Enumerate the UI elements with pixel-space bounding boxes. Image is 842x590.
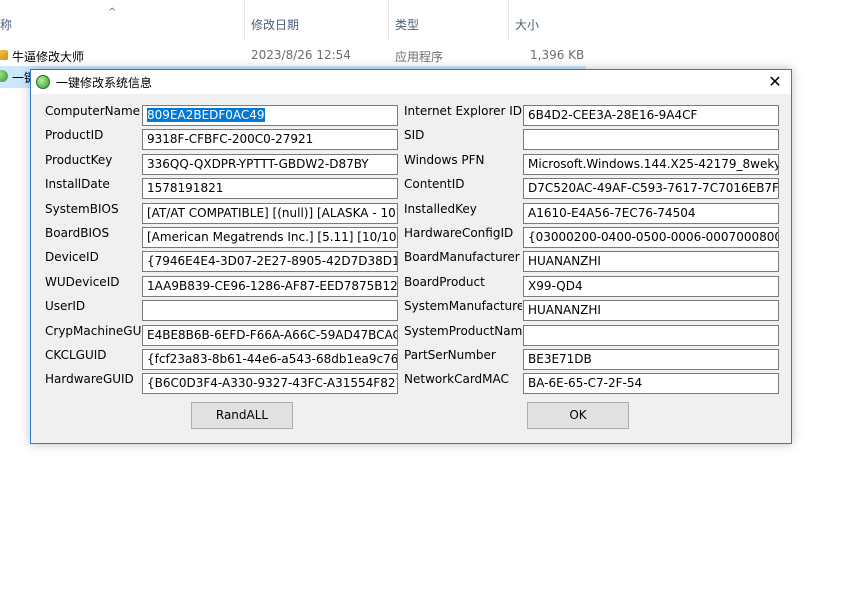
networkcardmac-label: NetworkCardMAC <box>404 372 509 386</box>
systemmanufacturer-value: HUANANZHI <box>528 303 601 317</box>
userid-field[interactable] <box>142 300 398 321</box>
systembios-value: [AT/AT COMPATIBLE] [(null)] [ALASKA - 10… <box>147 206 397 220</box>
column-header-size[interactable]: 大小 <box>508 0 588 40</box>
boardproduct-label: BoardProduct <box>404 275 485 289</box>
productkey-value: 336QQ-QXDPR-YPTTT-GBDW2-D87BY <box>147 157 369 171</box>
systembios-label: SystemBIOS <box>45 202 119 216</box>
boardbios-field[interactable]: [American Megatrends Inc.] [5.11] [10/10… <box>142 227 398 248</box>
computername-field[interactable]: 809EA2BEDF0AC49 <box>142 105 398 126</box>
userid-label: UserID <box>45 299 86 313</box>
contentid-label: ContentID <box>404 177 465 191</box>
internet-explorer-id-label: Internet Explorer ID <box>404 104 522 118</box>
installdate-value: 1578191821 <box>147 181 224 195</box>
productkey-field[interactable]: 336QQ-QXDPR-YPTTT-GBDW2-D87BY <box>142 154 398 175</box>
boardmanufacturer-field[interactable]: HUANANZHI <box>523 251 779 272</box>
boardmanufacturer-value: HUANANZHI <box>528 254 601 268</box>
systemmanufacturer-field[interactable]: HUANANZHI <box>523 300 779 321</box>
systembios-field[interactable]: [AT/AT COMPATIBLE] [(null)] [ALASKA - 10… <box>142 203 398 224</box>
file-type: 应用程序 <box>395 50 444 64</box>
app-globe-icon <box>36 75 50 89</box>
ckclguid-field[interactable]: {fcf23a83-8b61-44e6-a543-68db1ea9c76e} <box>142 349 398 370</box>
internet-explorer-id-field[interactable]: 6B4D2-CEE3A-28E16-9A4CF <box>523 105 779 126</box>
wudeviceid-label: WUDeviceID <box>45 275 120 289</box>
networkcardmac-value: BA-6E-65-C7-2F-54 <box>528 376 643 390</box>
ckclguid-value: {fcf23a83-8b61-44e6-a543-68db1ea9c76e} <box>147 352 398 366</box>
column-header-date[interactable]: 修改日期 <box>244 0 388 40</box>
partsernumber-value: BE3E71DB <box>528 352 592 366</box>
ok-button[interactable]: OK <box>527 402 629 429</box>
internet-explorer-id-value: 6B4D2-CEE3A-28E16-9A4CF <box>528 108 698 122</box>
productkey-label: ProductKey <box>45 153 113 167</box>
boardproduct-field[interactable]: X99-QD4 <box>523 276 779 297</box>
installedkey-value: A1610-E4A56-7EC76-74504 <box>528 206 696 220</box>
file-name: 牛逼修改大师 <box>12 50 85 64</box>
productid-label: ProductID <box>45 128 104 142</box>
contentid-field[interactable]: D7C520AC-49AF-C593-7617-7C7016EB7F8C <box>523 178 779 199</box>
application-icon <box>0 70 8 82</box>
crypmachineguid-label: CrypMachineGUID <box>45 324 143 338</box>
boardproduct-value: X99-QD4 <box>528 279 583 293</box>
boardmanufacturer-label: BoardManufacturer <box>404 250 520 264</box>
installdate-label: InstallDate <box>45 177 110 191</box>
installedkey-field[interactable]: A1610-E4A56-7EC76-74504 <box>523 203 779 224</box>
deviceid-field[interactable]: {7946E4E4-3D07-2E27-8905-42D7D38D1FE8} <box>142 251 398 272</box>
wudeviceid-field[interactable]: 1AA9B839-CE96-1286-AF87-EED7875B1296 <box>142 276 398 297</box>
contentid-value: D7C520AC-49AF-C593-7617-7C7016EB7F8C <box>528 181 779 195</box>
application-icon <box>0 50 8 60</box>
hardwareconfigid-label: HardwareConfigID <box>404 226 514 240</box>
sid-label: SID <box>404 128 425 142</box>
partsernumber-field[interactable]: BE3E71DB <box>523 349 779 370</box>
productid-value: 9318F-CFBFC-200C0-27921 <box>147 132 314 146</box>
crypmachineguid-value: E4BE8B6B-6EFD-F66A-A66C-59AD47BCAC4E <box>147 328 398 342</box>
file-list-header: ^ 称 修改日期 类型 大小 <box>0 0 842 40</box>
installedkey-label: InstalledKey <box>404 202 477 216</box>
hardwareguid-label: HardwareGUID <box>45 372 134 386</box>
hardwareconfigid-value: {03000200-0400-0500-0006-000700080009} <box>528 230 779 244</box>
hardwareguid-value: {B6C0D3F4-A330-9327-43FC-A31554F827F3} <box>147 376 398 390</box>
windows-pfn-label: Windows PFN <box>404 153 485 167</box>
column-header-type[interactable]: 类型 <box>388 0 508 40</box>
file-date: 2023/8/26 12:54 <box>251 48 351 62</box>
systemproductname-field[interactable] <box>523 325 779 346</box>
modify-system-info-dialog: 一键修改系统信息 ✕ RandALL OK ComputerName 809EA2… <box>30 69 792 444</box>
ckclguid-label: CKCLGUID <box>45 348 107 362</box>
dialog-title: 一键修改系统信息 <box>56 76 153 90</box>
column-header-name[interactable]: 称 <box>0 0 244 40</box>
installdate-field[interactable]: 1578191821 <box>142 178 398 199</box>
wudeviceid-value: 1AA9B839-CE96-1286-AF87-EED7875B1296 <box>147 279 398 293</box>
boardbios-value: [American Megatrends Inc.] [5.11] [10/10… <box>147 230 397 244</box>
hardwareguid-field[interactable]: {B6C0D3F4-A330-9327-43FC-A31554F827F3} <box>142 373 398 394</box>
sid-field[interactable] <box>523 129 779 150</box>
boardbios-label: BoardBIOS <box>45 226 110 240</box>
computername-value: 809EA2BEDF0AC49 <box>147 108 265 122</box>
file-size: 1,396 KB <box>530 48 585 62</box>
productid-field[interactable]: 9318F-CFBFC-200C0-27921 <box>142 129 398 150</box>
windows-pfn-value: Microsoft.Windows.144.X25-42179_8wekyb3d… <box>528 157 778 171</box>
computername-label: ComputerName <box>45 104 141 118</box>
crypmachineguid-field[interactable]: E4BE8B6B-6EFD-F66A-A66C-59AD47BCAC4E <box>142 325 398 346</box>
systemmanufacturer-label: SystemManufacturer <box>404 299 522 313</box>
partsernumber-label: PartSerNumber <box>404 348 496 362</box>
deviceid-value: {7946E4E4-3D07-2E27-8905-42D7D38D1FE8} <box>147 254 397 268</box>
deviceid-label: DeviceID <box>45 250 99 264</box>
hardwareconfigid-field[interactable]: {03000200-0400-0500-0006-000700080009} <box>523 227 779 248</box>
systemproductname-label: SystemProductName <box>404 324 522 338</box>
windows-pfn-field[interactable]: Microsoft.Windows.144.X25-42179_8wekyb3d… <box>523 154 779 175</box>
close-button[interactable]: ✕ <box>759 70 791 94</box>
file-row[interactable]: 牛逼修改大师 2023/8/26 12:54 应用程序 1,396 KB <box>0 45 842 67</box>
networkcardmac-field[interactable]: BA-6E-65-C7-2F-54 <box>523 373 779 394</box>
randall-button[interactable]: RandALL <box>191 402 293 429</box>
dialog-titlebar[interactable]: 一键修改系统信息 ✕ <box>31 70 791 94</box>
